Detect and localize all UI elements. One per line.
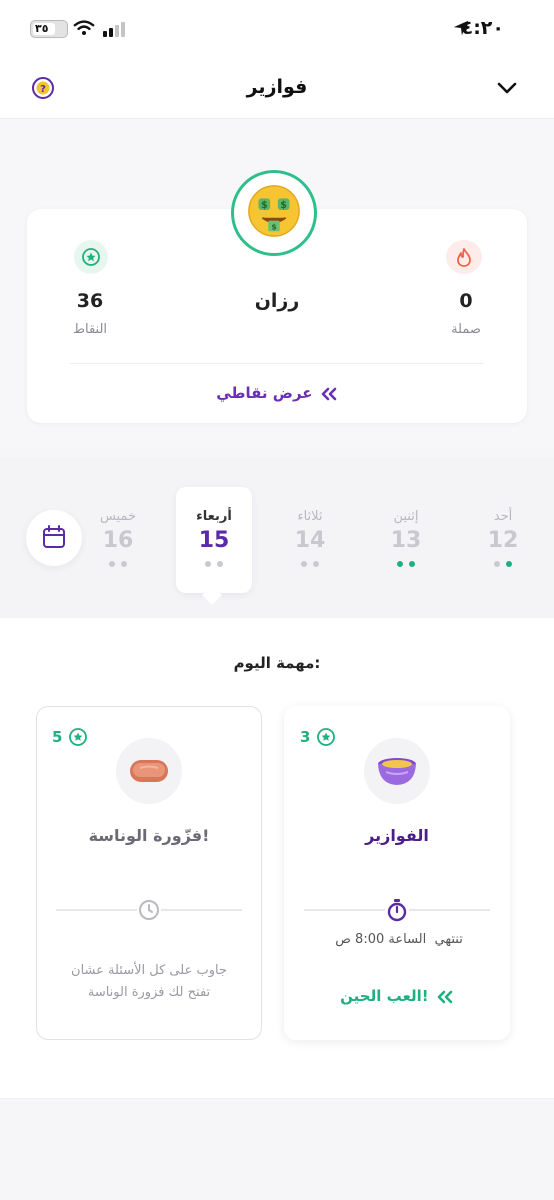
task-description-line: تفتح لك فزورة الوناسة: [87, 985, 211, 1000]
day-date: 15: [198, 528, 230, 553]
signal-icon: [103, 22, 125, 37]
points-value: 36: [76, 290, 104, 312]
calendar-button[interactable]: [26, 510, 82, 566]
svg-text:?: ?: [40, 84, 46, 95]
location-arrow-icon: [453, 20, 469, 36]
today-task-title: مهمة اليوم:: [233, 654, 321, 672]
day-item[interactable]: خميس 16: [88, 509, 148, 567]
battery-text: ٣٥: [35, 22, 49, 35]
double-chevron-left-icon: [437, 990, 453, 1003]
task-end-time: تنتهي الساعة 8:00 ص: [304, 932, 494, 947]
chevron-down-icon[interactable]: [496, 78, 518, 98]
help-icon[interactable]: ?: [31, 76, 55, 100]
points-icon: [74, 240, 108, 274]
streak-label: صملة: [451, 322, 481, 337]
day-date: 12: [487, 528, 519, 553]
svg-text:$: $: [271, 222, 276, 231]
task-description: جاوب على كل الأسئلة عشان تفتح لك فزورة ا…: [46, 960, 252, 1004]
day-name: أربعاء: [196, 509, 232, 524]
task-points-badge: 5: [52, 722, 88, 752]
task-icon-bg: [116, 738, 182, 804]
day-date: 13: [390, 528, 422, 553]
task-end-label: تنتهي: [434, 932, 463, 947]
task-end-value: الساعة 8:00 ص: [335, 932, 427, 947]
streak-value: 0: [459, 290, 473, 312]
bread-icon: [130, 760, 168, 782]
wifi-icon: [73, 20, 95, 36]
clock-icon: [139, 900, 159, 920]
task-title: فزّورة الوناسة!: [88, 826, 210, 845]
money-face-icon: $ $ $: [248, 185, 300, 237]
task-points: 5: [52, 728, 63, 746]
day-name: خميس: [99, 509, 137, 524]
task-description-line: جاوب على كل الأسئلة عشان: [71, 963, 227, 978]
star-icon: [69, 728, 88, 746]
day-item[interactable]: إثنين 13: [376, 509, 436, 567]
day-dots: [88, 561, 148, 567]
day-date: 14: [294, 528, 326, 553]
bowl-icon: [378, 758, 416, 785]
fire-icon: [457, 248, 471, 267]
bottom-divider: [0, 1098, 554, 1099]
calendar-icon: [43, 525, 65, 548]
stopwatch-icon: [387, 899, 407, 922]
clock-icon-wrap: [137, 897, 161, 923]
stopwatch-icon-wrap: [385, 897, 409, 923]
play-now-link[interactable]: العب الحين!: [304, 987, 490, 1005]
day-dots: [376, 561, 436, 567]
day-name: أحد: [493, 509, 513, 524]
double-chevron-left-icon: [321, 387, 337, 400]
card-divider: [70, 363, 484, 364]
page-title: فوازير: [246, 76, 308, 98]
day-item[interactable]: ثلاثاء 14: [280, 509, 340, 567]
task-title: الفوازير: [365, 826, 429, 845]
streak-icon: [446, 240, 482, 274]
day-date: 16: [102, 528, 134, 553]
day-name: ثلاثاء: [297, 509, 323, 524]
week-strip: [0, 458, 554, 618]
day-dots: [473, 561, 533, 567]
star-icon: [317, 728, 336, 746]
day-name: إثنين: [393, 509, 419, 524]
task-icon-bg: [364, 738, 430, 804]
day-item-active[interactable]: أربعاء 15: [184, 509, 244, 567]
view-points-link[interactable]: عرض نقاطي: [200, 384, 354, 410]
play-now-label: العب الحين!: [340, 987, 429, 1005]
svg-text:$: $: [261, 200, 268, 211]
day-item[interactable]: أحد 12: [473, 509, 533, 567]
user-name: رزان: [254, 290, 300, 312]
battery-icon: ٣٥: [30, 20, 68, 38]
star-icon: [82, 248, 100, 266]
svg-text:$: $: [280, 200, 287, 211]
task-points: 3: [300, 728, 311, 746]
points-label: النقاط: [72, 322, 108, 337]
day-dots: [184, 561, 244, 567]
task-points-badge: 3: [300, 722, 336, 752]
day-dots: [280, 561, 340, 567]
view-points-label: عرض نقاطي: [216, 384, 313, 402]
